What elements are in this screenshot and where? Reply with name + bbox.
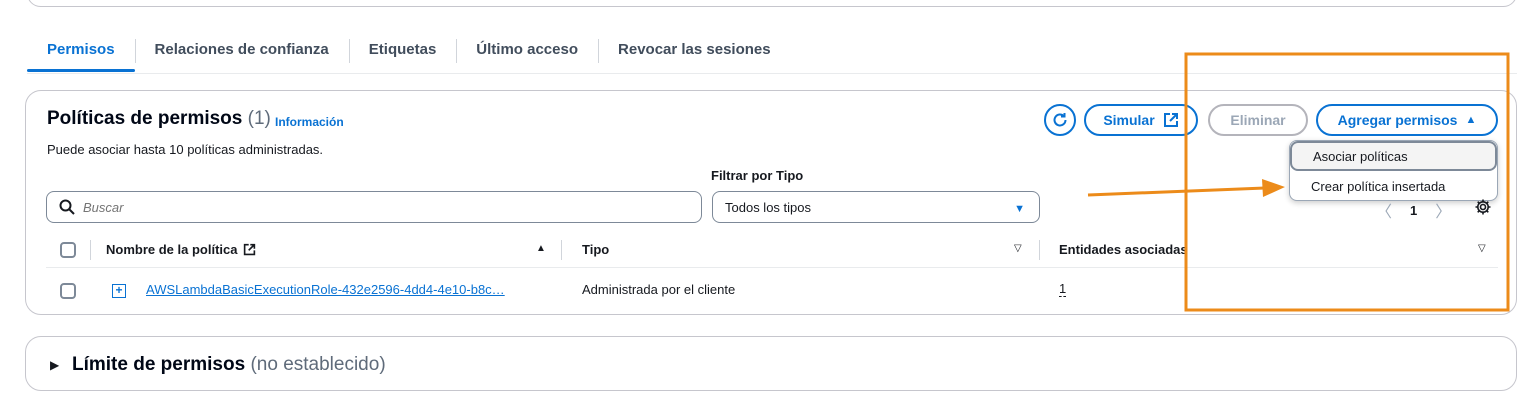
type-filter-value: Todos los tipos	[725, 199, 811, 215]
column-divider	[561, 240, 562, 260]
column-header-type[interactable]: Tipo	[582, 242, 609, 257]
type-filter-select[interactable]: Todos los tipos ▼	[712, 191, 1040, 223]
filter-type-label: Filtrar por Tipo	[711, 168, 804, 183]
boundary-status: (no establecido)	[250, 354, 386, 375]
expand-plus-icon[interactable]: +	[112, 284, 126, 298]
sort-icon[interactable]: ▽	[1014, 243, 1022, 254]
boundary-title: Límite de permisos (no establecido)	[72, 354, 386, 376]
add-permissions-label: Agregar permisos	[1337, 112, 1458, 128]
policies-title-text: Políticas de permisos	[47, 108, 243, 129]
current-page[interactable]: 1	[1410, 203, 1417, 218]
column-name-label: Nombre de la política	[106, 242, 238, 257]
tab-bar: Permisos Relaciones de confianza Etiquet…	[27, 36, 1517, 74]
policies-title: Políticas de permisos (1)	[47, 108, 271, 130]
tab-last-accessed[interactable]: Último acceso	[456, 36, 598, 66]
column-header-entities[interactable]: Entidades asociadas	[1059, 242, 1188, 257]
column-entities-label: Entidades asociadas	[1059, 242, 1188, 257]
external-link-icon	[1163, 113, 1178, 127]
permissions-policies-card: Políticas de permisos (1) Información Pu…	[25, 90, 1517, 315]
external-link-icon	[244, 243, 256, 256]
delete-button[interactable]: Eliminar	[1208, 104, 1308, 136]
refresh-button[interactable]	[1044, 104, 1076, 136]
tab-trust-relationships[interactable]: Relaciones de confianza	[134, 36, 349, 66]
caret-down-icon: ▼	[1014, 203, 1025, 215]
search-input[interactable]	[83, 199, 643, 215]
sort-icon[interactable]: ▽	[1478, 243, 1486, 254]
next-page-icon[interactable]: 〉	[1435, 198, 1451, 222]
menu-item-attach-policies[interactable]: Asociar políticas	[1290, 141, 1497, 171]
simulate-button[interactable]: Simular	[1084, 104, 1198, 136]
expand-triangle-icon[interactable]: ▶	[50, 358, 59, 372]
select-all-checkbox[interactable]	[60, 242, 76, 258]
column-divider	[90, 240, 91, 260]
policy-type: Administrada por el cliente	[582, 282, 736, 297]
caret-up-icon: ▲	[1465, 114, 1477, 126]
column-divider	[1039, 240, 1040, 260]
pagination: 〈 1 〉	[1376, 198, 1451, 222]
column-header-name[interactable]: Nombre de la política	[106, 242, 256, 257]
menu-item-create-inline-policy[interactable]: Crear política insertada	[1290, 171, 1497, 200]
column-type-label: Tipo	[582, 242, 610, 257]
policies-count: (1)	[247, 108, 271, 129]
attached-entities-count[interactable]: 1	[1059, 282, 1067, 297]
tab-tags[interactable]: Etiquetas	[348, 36, 457, 66]
gear-icon[interactable]	[1474, 198, 1492, 216]
table-header: Nombre de la política ▲ Tipo ▽ Entidades…	[46, 232, 1498, 268]
permissions-boundary-card[interactable]: ▶ Límite de permisos (no establecido)	[25, 336, 1517, 391]
tab-permissions[interactable]: Permisos	[27, 36, 135, 72]
refresh-icon	[1053, 113, 1067, 127]
row-checkbox[interactable]	[60, 283, 76, 299]
tab-revoke-sessions[interactable]: Revocar las sesiones	[598, 36, 791, 66]
search-box	[46, 191, 702, 223]
boundary-title-text: Límite de permisos	[72, 354, 246, 375]
add-permissions-button[interactable]: Agregar permisos ▲	[1316, 104, 1498, 136]
previous-page-icon[interactable]: 〈	[1376, 198, 1392, 222]
policies-description: Puede asociar hasta 10 políticas adminis…	[47, 142, 324, 157]
info-link[interactable]: Información	[275, 115, 344, 129]
add-permissions-menu: Asociar políticas Crear política inserta…	[1289, 140, 1498, 201]
sort-ascending-icon[interactable]: ▲	[536, 243, 546, 254]
previous-section-card	[27, 0, 1517, 7]
policy-name-link[interactable]: AWSLambdaBasicExecutionRole-432e2596-4dd…	[146, 282, 541, 297]
search-icon	[59, 199, 75, 215]
simulate-label: Simular	[1103, 112, 1155, 128]
table-row: + AWSLambdaBasicExecutionRole-432e2596-4…	[46, 270, 1498, 312]
